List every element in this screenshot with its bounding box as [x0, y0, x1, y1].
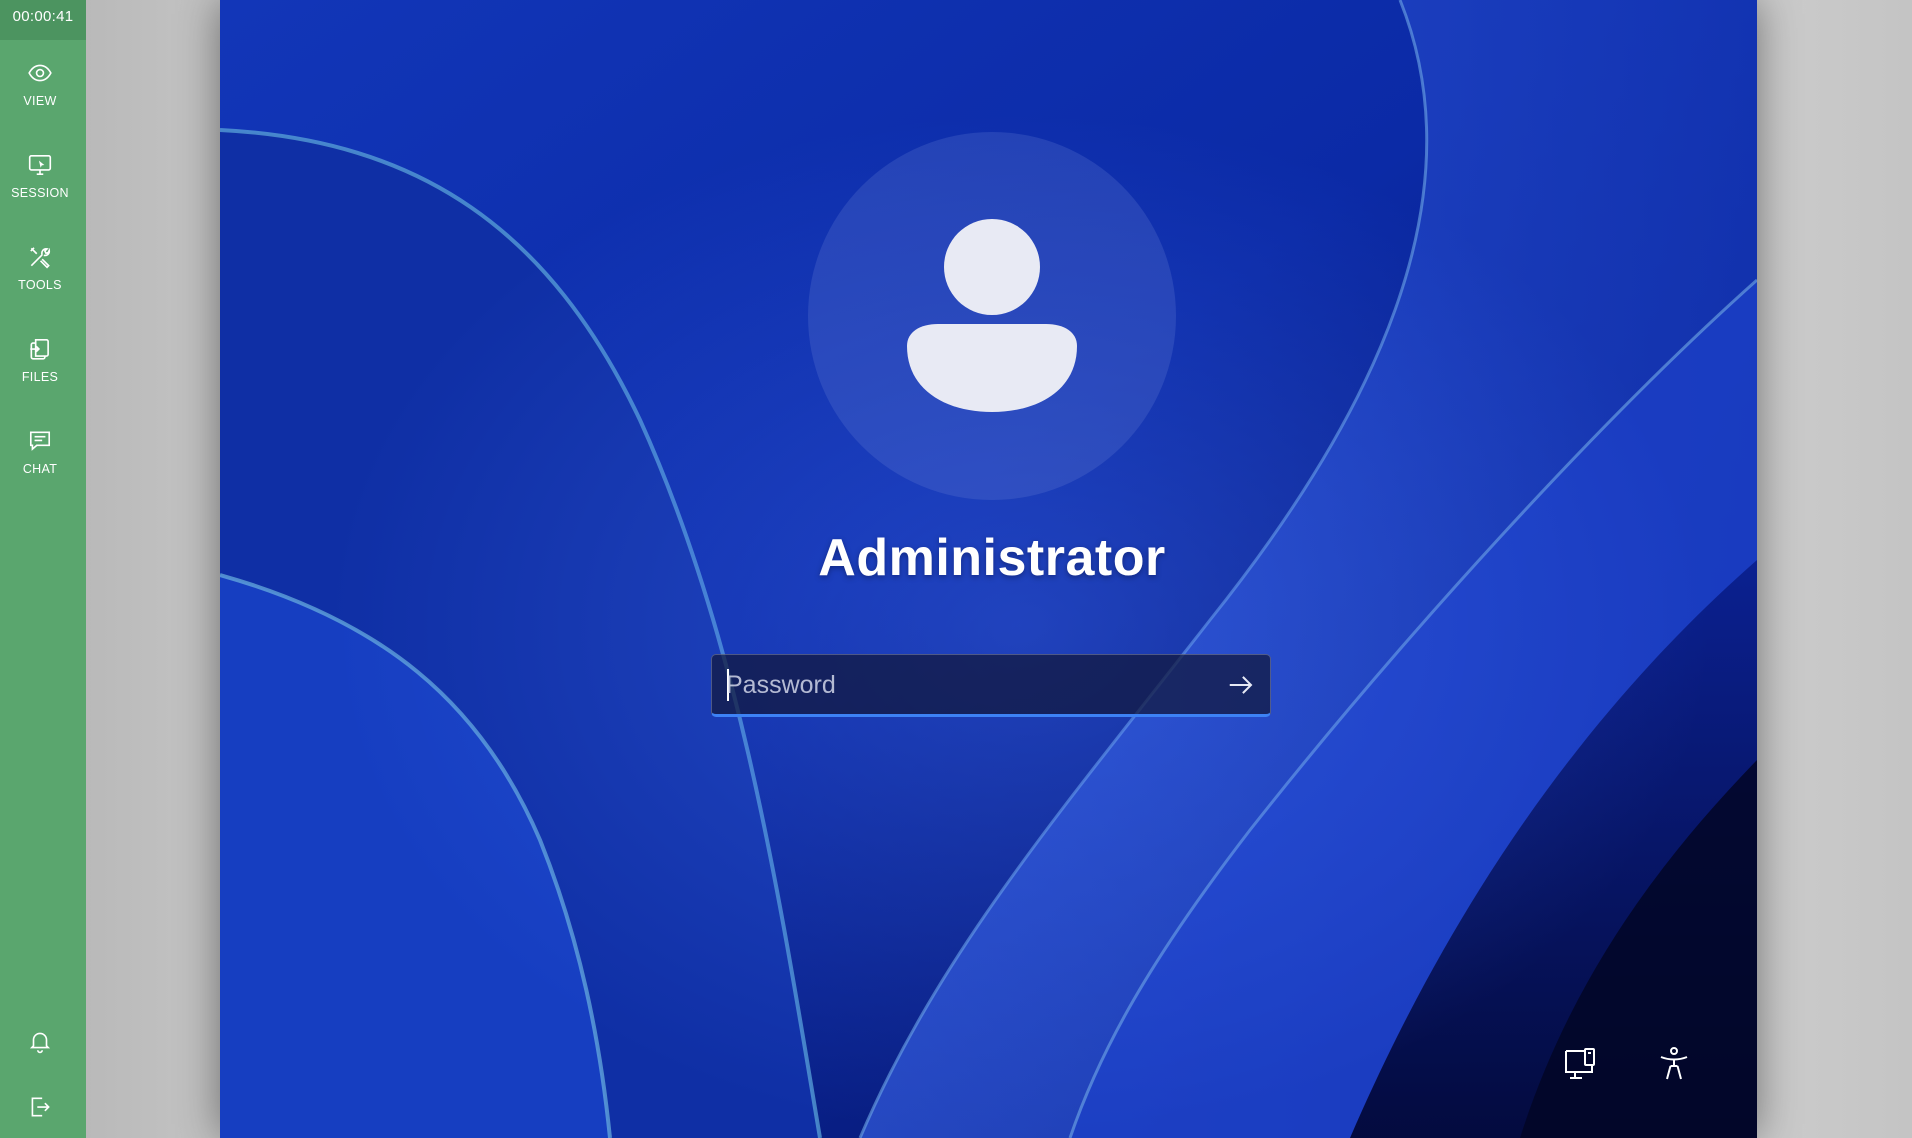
network-icon[interactable] [1562, 1044, 1602, 1084]
monitor-icon [28, 154, 52, 176]
user-avatar [808, 132, 1176, 500]
exit-session-button[interactable] [0, 1094, 80, 1134]
toolbar-item-label: VIEW [23, 94, 57, 108]
remote-toolbar: 00:00:41 VIEW SESSION TOOLS FILES CHAT [0, 0, 86, 1138]
notifications-button[interactable] [0, 1028, 80, 1068]
chat-icon [29, 431, 51, 451]
toolbar-item-label: SESSION [11, 186, 69, 200]
user-name: Administrator [818, 529, 1166, 587]
user-silhouette-icon [907, 219, 1077, 412]
tools-icon [30, 247, 51, 269]
files-icon [30, 338, 49, 360]
password-input[interactable] [726, 663, 1196, 707]
toolbar-item-session[interactable]: SESSION [0, 152, 80, 232]
toolbar-item-chat[interactable]: CHAT [0, 428, 80, 508]
arrow-right-icon[interactable] [1226, 670, 1256, 700]
toolbar-item-label: TOOLS [18, 278, 62, 292]
password-box[interactable] [711, 654, 1271, 717]
bell-icon [29, 1032, 51, 1054]
toolbar-item-label: CHAT [22, 462, 58, 476]
toolbar-item-tools[interactable]: TOOLS [0, 244, 80, 324]
toolbar-item-label: FILES [21, 370, 59, 384]
toolbar-item-files[interactable]: FILES [0, 336, 80, 416]
eye-icon [28, 64, 52, 82]
exit-icon [31, 1097, 50, 1117]
session-timer: 00:00:41 [0, 0, 86, 40]
remote-screen[interactable]: Administrator [220, 0, 1757, 1138]
accessibility-icon[interactable] [1654, 1044, 1694, 1084]
toolbar-item-view[interactable]: VIEW [0, 60, 80, 140]
